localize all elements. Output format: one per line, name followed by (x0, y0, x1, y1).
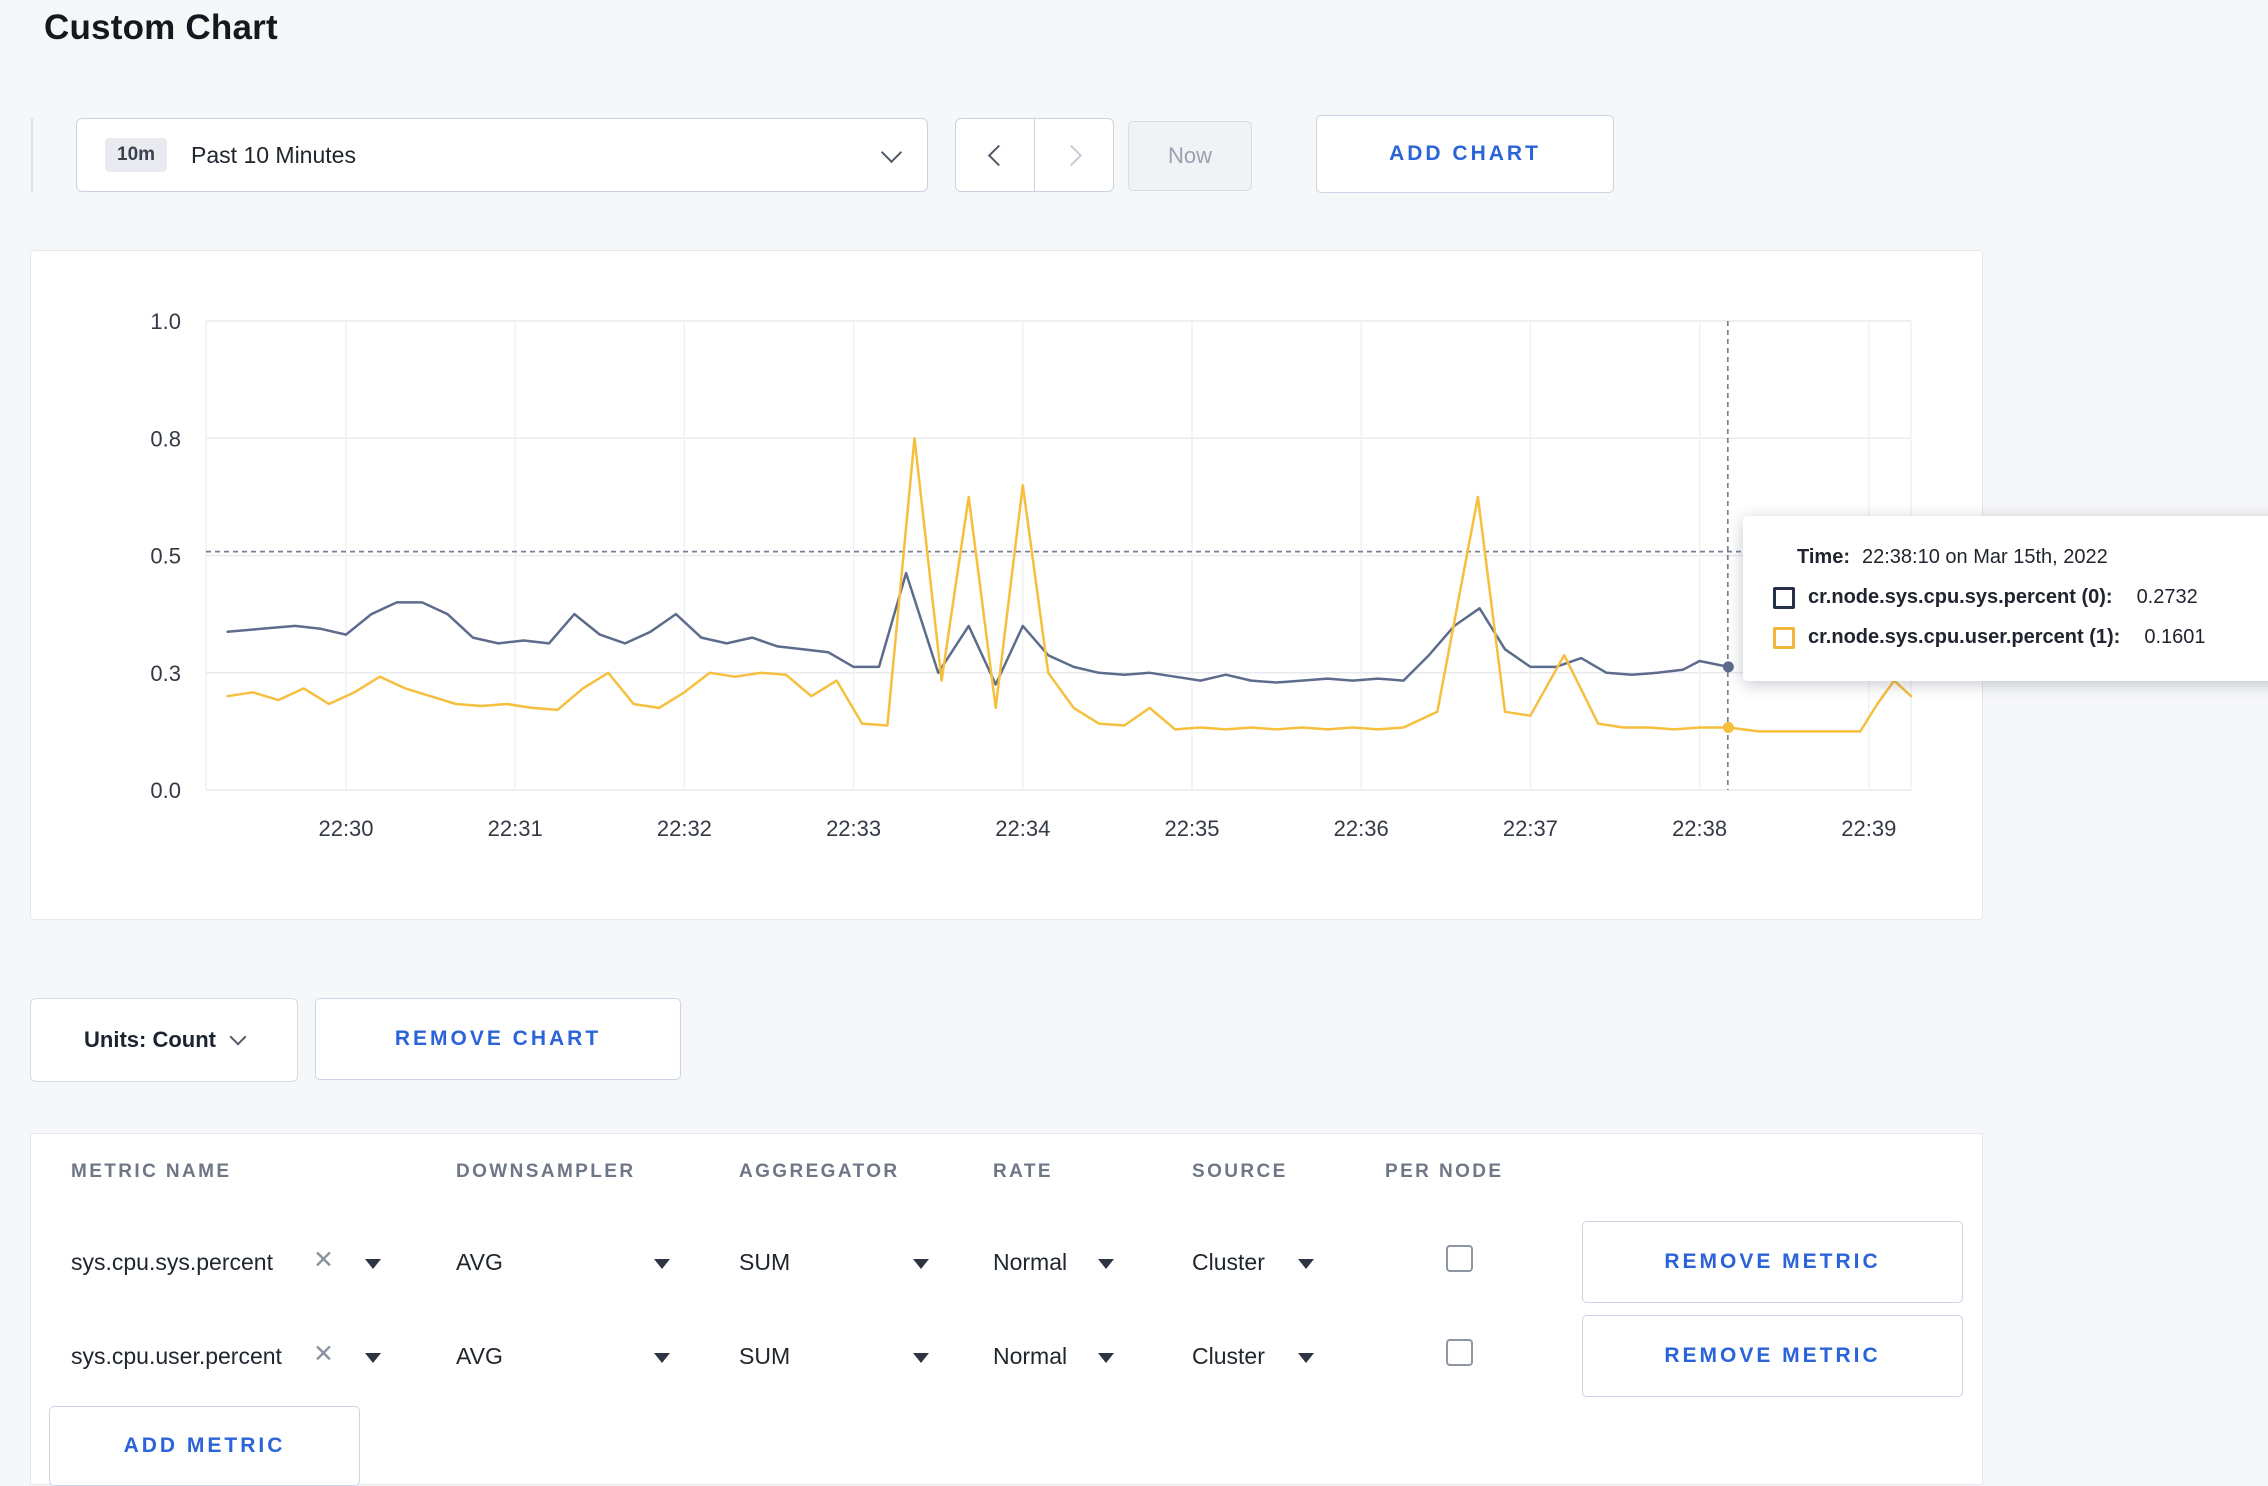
tooltip-series-row: cr.node.sys.cpu.user.percent (1): 0.1601 (1773, 626, 2268, 649)
svg-text:22:32: 22:32 (657, 816, 712, 841)
tooltip-series-row: cr.node.sys.cpu.sys.percent (0): 0.2732 (1773, 586, 2268, 609)
caret-down-icon (1298, 1259, 1314, 1269)
remove-metric-button[interactable]: REMOVE METRIC (1582, 1315, 1963, 1397)
svg-text:0.3: 0.3 (150, 661, 181, 686)
svg-text:22:33: 22:33 (826, 816, 881, 841)
metrics-table: METRIC NAME DOWNSAMPLER AGGREGATOR RATE … (30, 1133, 1983, 1486)
chart-plot[interactable]: 0.0 0.3 0.5 0.8 1.0 22:30 22:31 22:32 22:33 22:34… (31, 251, 1982, 919)
prev-time-button[interactable] (955, 118, 1035, 192)
caret-down-icon (1098, 1353, 1114, 1363)
now-button[interactable]: Now (1128, 121, 1252, 191)
column-header-rate: RATE (993, 1161, 1053, 1182)
units-label: Units: Count (84, 1027, 216, 1052)
per-node-checkbox[interactable] (1446, 1245, 1473, 1272)
chart-tooltip: Time: 22:38:10 on Mar 15th, 2022 cr.node.… (1743, 516, 2268, 681)
svg-text:22:37: 22:37 (1503, 816, 1558, 841)
custom-chart-page: Custom Chart 10m Past 10 Minutes Now ADD… (0, 0, 2268, 1486)
svg-text:22:30: 22:30 (318, 816, 373, 841)
chevron-right-icon (1060, 144, 1082, 166)
toolbar-divider (31, 118, 33, 192)
next-time-button[interactable] (1034, 118, 1114, 192)
aggregator-value: SUM (739, 1343, 791, 1369)
time-range-select[interactable]: 10m Past 10 Minutes (76, 118, 928, 192)
caret-down-icon (654, 1259, 670, 1269)
series-user-value: 0.1601 (2144, 626, 2206, 648)
series-sys-swatch-icon (1773, 586, 1795, 609)
svg-text:22:34: 22:34 (995, 816, 1050, 841)
add-chart-button[interactable]: ADD CHART (1316, 115, 1614, 193)
tooltip-time-row: Time: 22:38:10 on Mar 15th, 2022 (1773, 546, 2268, 569)
metric-name-select[interactable]: sys.cpu.user.percent (71, 1343, 282, 1370)
aggregator-value: SUM (739, 1249, 791, 1275)
units-select[interactable]: Units: Count (30, 998, 298, 1082)
source-value: Cluster (1192, 1249, 1265, 1275)
svg-text:22:35: 22:35 (1164, 816, 1219, 841)
remove-metric-button[interactable]: REMOVE METRIC (1582, 1221, 1963, 1303)
svg-text:22:38: 22:38 (1672, 816, 1727, 841)
svg-text:22:31: 22:31 (488, 816, 543, 841)
rate-value: Normal (993, 1343, 1068, 1369)
column-header-aggregator: AGGREGATOR (739, 1161, 900, 1182)
page-title: Custom Chart (44, 8, 278, 47)
svg-text:0.0: 0.0 (150, 778, 181, 803)
per-node-checkbox[interactable] (1446, 1339, 1473, 1366)
caret-down-icon (913, 1259, 929, 1269)
caret-down-icon (913, 1353, 929, 1363)
series-sys-label: cr.node.sys.cpu.sys.percent (0): (1808, 586, 2113, 608)
time-range-badge: 10m (105, 138, 168, 172)
downsampler-value: AVG (456, 1343, 503, 1369)
add-metric-button[interactable]: ADD METRIC (49, 1406, 360, 1486)
chart-card: 0.0 0.3 0.5 0.8 1.0 22:30 22:31 22:32 22:33 22:34… (30, 250, 1983, 920)
downsampler-value: AVG (456, 1249, 503, 1275)
tooltip-time-value: 22:38:10 on Mar 15th, 2022 (1861, 546, 2108, 568)
metric-row: sys.cpu.user.percent ✕ AVG SUM Normal Cl… (31, 1315, 1982, 1397)
series-user-swatch-icon (1773, 626, 1795, 649)
clear-metric-icon[interactable]: ✕ (313, 1339, 334, 1369)
caret-down-icon (1298, 1353, 1314, 1363)
rate-value: Normal (993, 1249, 1068, 1275)
caret-down-icon (365, 1259, 381, 1269)
chevron-down-icon (229, 1028, 247, 1046)
caret-down-icon (365, 1353, 381, 1363)
time-nav-group (955, 118, 1114, 192)
svg-text:0.5: 0.5 (150, 544, 181, 569)
svg-text:22:36: 22:36 (1334, 816, 1389, 841)
column-header-downsampler: DOWNSAMPLER (456, 1161, 636, 1182)
time-range-label: Past 10 Minutes (191, 141, 356, 168)
series-user-label: cr.node.sys.cpu.user.percent (1): (1808, 626, 2121, 648)
caret-down-icon (654, 1353, 670, 1363)
metric-name-select[interactable]: sys.cpu.sys.percent (71, 1249, 273, 1276)
metric-row: sys.cpu.sys.percent ✕ AVG SUM Normal Clu… (31, 1221, 1982, 1303)
column-header-metric-name: METRIC NAME (71, 1161, 232, 1182)
chevron-left-icon (987, 144, 1009, 166)
column-header-source: SOURCE (1192, 1161, 1288, 1182)
remove-chart-button[interactable]: REMOVE CHART (315, 998, 681, 1080)
clear-metric-icon[interactable]: ✕ (313, 1245, 334, 1275)
source-value: Cluster (1192, 1343, 1265, 1369)
svg-text:0.8: 0.8 (150, 426, 181, 451)
series-sys-value: 0.2732 (2136, 586, 2198, 608)
chevron-down-icon (880, 141, 903, 163)
tooltip-time-label: Time: (1797, 546, 1850, 568)
column-header-per-node: PER NODE (1385, 1161, 1504, 1182)
svg-text:1.0: 1.0 (150, 309, 181, 334)
svg-text:22:39: 22:39 (1841, 816, 1896, 841)
caret-down-icon (1098, 1259, 1114, 1269)
